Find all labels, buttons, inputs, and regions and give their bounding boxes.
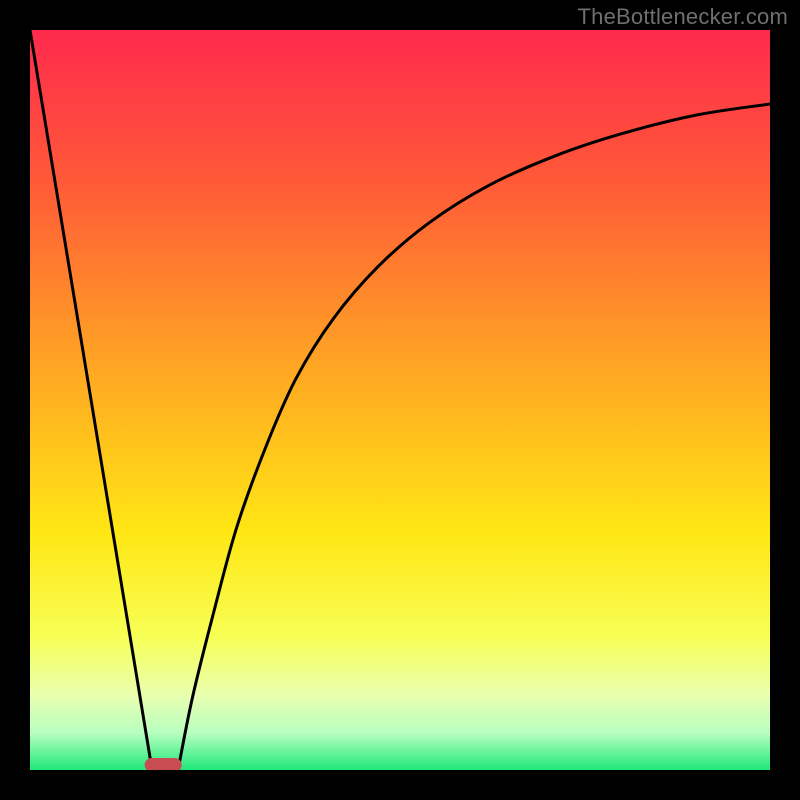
gradient-background bbox=[30, 30, 770, 770]
chart-frame: TheBottlenecker.com bbox=[0, 0, 800, 800]
minimum-marker bbox=[145, 758, 182, 770]
plot-area bbox=[30, 30, 770, 770]
watermark-text: TheBottlenecker.com bbox=[578, 4, 788, 30]
chart-svg bbox=[30, 30, 770, 770]
marker-pill bbox=[145, 758, 182, 770]
